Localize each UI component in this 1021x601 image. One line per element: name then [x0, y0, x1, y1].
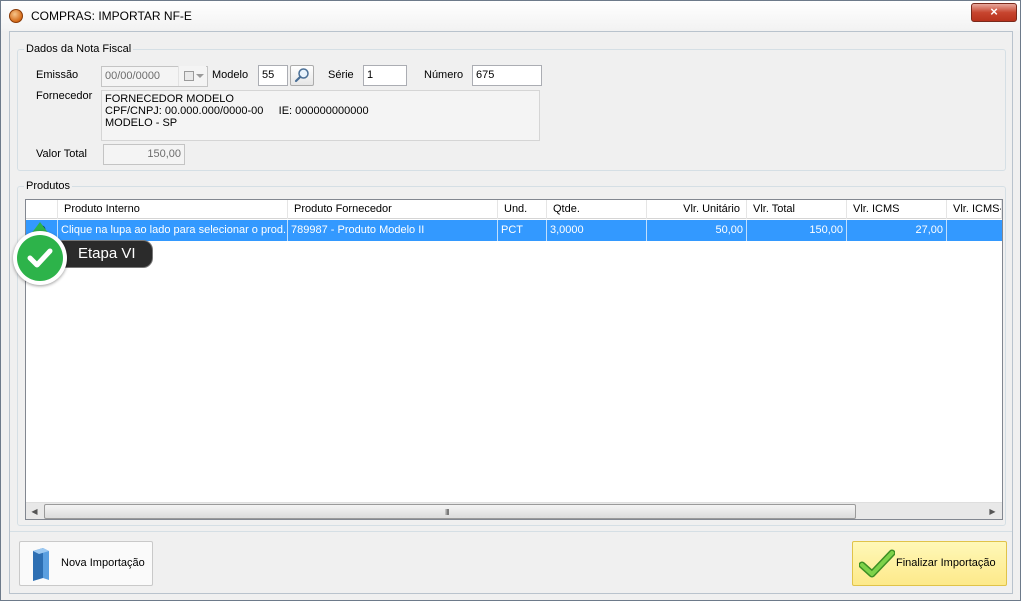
emissao-value: 00/00/0000: [105, 70, 161, 82]
callout-label: Etapa VI: [78, 245, 136, 262]
scroll-right-button[interactable]: ▶: [984, 503, 1001, 520]
window-title: COMPRAS: IMPORTAR NF-E: [31, 9, 192, 23]
app-icon: [9, 9, 23, 23]
numero-field[interactable]: 675: [472, 65, 542, 86]
grid-header: Produto Interno Produto Fornecedor Und. …: [26, 200, 1002, 219]
chevron-down-icon: [196, 74, 204, 78]
magnifier-icon: [294, 68, 309, 83]
callout-label-bubble: Etapa VI: [53, 240, 153, 268]
emissao-date-picker: [178, 66, 206, 86]
scroll-thumb[interactable]: III: [44, 504, 856, 519]
col-und[interactable]: Und.: [498, 200, 547, 219]
close-button[interactable]: ×: [971, 3, 1017, 22]
cell-vlr-icms: 27,00: [847, 220, 947, 241]
cell-qtde: 3,0000: [547, 220, 647, 241]
close-icon: ×: [990, 4, 998, 19]
checkmark-icon: [859, 549, 895, 578]
numero-value: 675: [476, 69, 495, 81]
title-bar[interactable]: COMPRAS: IMPORTAR NF-E ×: [1, 1, 1020, 31]
fornecedor-name: FORNECEDOR MODELO: [105, 93, 234, 105]
valor-total-label: Valor Total: [36, 148, 87, 160]
fornecedor-label: Fornecedor: [36, 90, 93, 102]
cell-vlr-unitario: 50,00: [647, 220, 747, 241]
col-produto-interno[interactable]: Produto Interno: [58, 200, 288, 219]
callout-badge-inner: [17, 235, 63, 281]
col-produto-fornecedor[interactable]: Produto Fornecedor: [288, 200, 498, 219]
window-client-area: Dados da Nota Fiscal Emissão 00/00/0000 …: [9, 31, 1013, 594]
finalizar-importacao-label: Finalizar Importação: [896, 557, 996, 569]
check-icon: [27, 248, 53, 268]
col-qtde[interactable]: Qtde.: [547, 200, 647, 219]
cell-und: PCT: [498, 220, 547, 241]
fornecedor-cnpj-ie: CPF/CNPJ: 00.000.000/0000-00 IE: 0000000…: [105, 105, 369, 117]
cell-vlr-total: 150,00: [747, 220, 847, 241]
cell-produto-fornecedor: 789987 - Produto Modelo II: [288, 220, 498, 241]
fornecedor-info-box: FORNECEDOR MODELO CPF/CNPJ: 00.000.000/0…: [101, 90, 540, 141]
nova-importacao-label: Nova Importação: [61, 557, 145, 569]
date-checkbox-icon: [184, 71, 194, 81]
nota-fiscal-legend: Dados da Nota Fiscal: [26, 43, 132, 55]
produtos-legend: Produtos: [26, 180, 71, 192]
nova-importacao-button[interactable]: Nova Importação: [19, 541, 153, 586]
callout-badge: [13, 231, 67, 285]
produtos-grid[interactable]: Produto Interno Produto Fornecedor Und. …: [25, 199, 1003, 520]
col-vlr-total[interactable]: Vlr. Total: [747, 200, 847, 219]
scroll-grip: III: [445, 508, 450, 517]
new-import-icon: [33, 548, 49, 581]
emissao-label: Emissão: [36, 69, 79, 81]
serie-value: 1: [367, 69, 374, 81]
import-nfe-window: COMPRAS: IMPORTAR NF-E × Dados da Nota F…: [0, 0, 1021, 601]
horizontal-scrollbar[interactable]: ◀ III ▶: [26, 502, 1002, 519]
modelo-search-button[interactable]: [290, 65, 314, 86]
table-row[interactable]: Clique na lupa ao lado para selecionar o…: [26, 220, 1002, 241]
valor-total-value: 150,00: [147, 148, 181, 160]
col-vlr-icms-st[interactable]: Vlr. ICMS-: [947, 200, 1002, 219]
finalizar-importacao-button[interactable]: Finalizar Importação: [852, 541, 1007, 586]
fornecedor-city: MODELO - SP: [105, 117, 178, 129]
modelo-field[interactable]: 55: [258, 65, 288, 86]
header-icon-column: [26, 200, 58, 219]
modelo-value: 55: [262, 69, 275, 81]
col-vlr-unitario[interactable]: Vlr. Unitário: [647, 200, 747, 219]
cell-vlr-icms-st: [947, 220, 1002, 241]
scroll-left-button[interactable]: ◀: [26, 503, 43, 520]
valor-total-field: 150,00: [103, 144, 185, 165]
numero-label: Número: [424, 69, 464, 81]
serie-field[interactable]: 1: [363, 65, 407, 86]
col-vlr-icms[interactable]: Vlr. ICMS: [847, 200, 947, 219]
serie-label: Série: [328, 69, 354, 81]
modelo-label: Modelo: [212, 69, 249, 81]
bottom-action-bar: Nova Importação Finalizar Importação: [10, 531, 1012, 593]
cell-produto-interno: Clique na lupa ao lado para selecionar o…: [58, 220, 288, 241]
